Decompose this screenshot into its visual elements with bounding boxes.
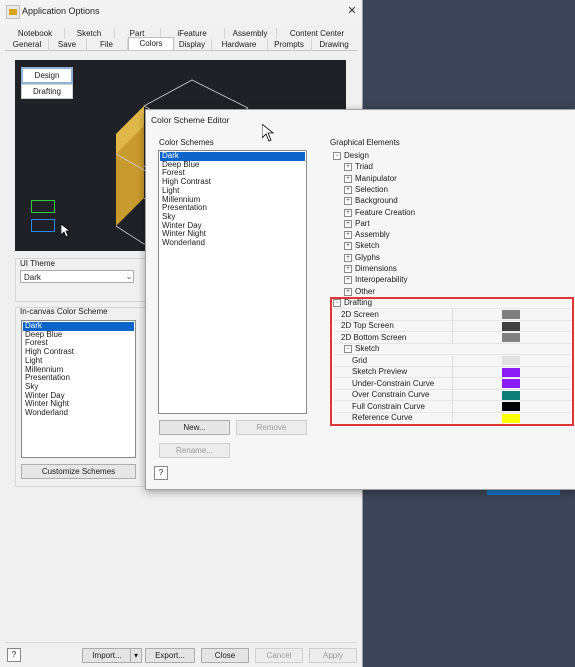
expand-icon[interactable]: +	[344, 208, 352, 217]
list-item[interactable]: High Contrast	[160, 177, 305, 187]
import-button[interactable]: Import...	[82, 648, 132, 663]
remove-scheme-button[interactable]: Remove	[236, 420, 307, 435]
list-item[interactable]: Presentation	[23, 373, 134, 383]
mouse-cursor-icon	[61, 224, 70, 238]
tree-node-manipulator[interactable]: + Manipulator	[344, 173, 397, 184]
expand-icon[interactable]: +	[344, 163, 352, 172]
expand-icon[interactable]: +	[344, 253, 352, 262]
expand-icon[interactable]: +	[344, 197, 352, 206]
tab-prompts[interactable]: Prompts	[267, 39, 312, 50]
footer-divider	[5, 642, 357, 643]
cancel-button[interactable]: Cancel	[255, 648, 303, 663]
tree-node-glyphs[interactable]: + Glyphs	[344, 252, 380, 263]
ui-theme-select[interactable]: Dark	[20, 270, 134, 283]
tree-node-sketch[interactable]: + Sketch	[344, 240, 379, 251]
tree-node-background[interactable]: + Background	[344, 195, 398, 206]
chevron-down-icon[interactable]: ⌄	[124, 270, 134, 283]
tree-node-assembly[interactable]: + Assembly	[344, 229, 390, 240]
close-icon[interactable]: ✕	[345, 4, 359, 17]
rename-scheme-button[interactable]: Rename...	[159, 443, 230, 458]
tree-node-design[interactable]: − Design	[333, 150, 369, 161]
tree-node-dimensions[interactable]: + Dimensions	[344, 263, 397, 274]
preview-design-button[interactable]: Design	[21, 67, 73, 84]
help-icon[interactable]: ?	[154, 466, 168, 480]
incanvas-scheme-list[interactable]: Dark Deep Blue Forest High Contrast Ligh…	[21, 320, 136, 458]
apply-button[interactable]: Apply	[309, 648, 357, 663]
preview-blue-rectangle	[31, 219, 55, 232]
tab-sketch[interactable]: Sketch	[64, 28, 115, 39]
graphical-elements-label: Graphical Elements	[330, 138, 400, 147]
drafting-highlight-box	[330, 297, 574, 426]
tabs-divider	[5, 50, 357, 51]
help-icon[interactable]: ?	[7, 648, 21, 662]
tab-general[interactable]: General	[6, 39, 49, 50]
color-schemes-label: Color Schemes	[159, 138, 214, 147]
export-button[interactable]: Export...	[145, 648, 195, 663]
expand-icon[interactable]: +	[344, 276, 352, 285]
customize-schemes-button[interactable]: Customize Schemes	[21, 464, 136, 479]
incanvas-color-scheme-label: In-canvas Color Scheme	[20, 307, 108, 316]
tab-notebook[interactable]: Notebook	[6, 28, 65, 39]
tab-display[interactable]: Display	[173, 39, 212, 50]
tree-node-interoperability[interactable]: + Interoperability	[344, 274, 407, 285]
expand-icon[interactable]: +	[344, 265, 352, 273]
tab-save[interactable]: Save	[48, 39, 87, 50]
tree-node-other[interactable]: + Other	[344, 286, 375, 297]
preview-green-rectangle	[31, 200, 55, 213]
expand-icon[interactable]: +	[344, 231, 352, 240]
tab-file[interactable]: File	[86, 39, 128, 50]
cse-window-title: Color Scheme Editor	[151, 115, 230, 125]
tree-node-triad[interactable]: + Triad	[344, 161, 373, 172]
expand-icon[interactable]: +	[344, 242, 352, 251]
color-schemes-list[interactable]: Dark Deep Blue Forest High Contrast Ligh…	[158, 150, 307, 414]
new-scheme-button[interactable]: New...	[159, 420, 230, 435]
ui-theme-label: UI Theme	[20, 259, 55, 268]
tab-drawing[interactable]: Drawing	[311, 39, 357, 50]
tab-assembly[interactable]: Assembly	[224, 28, 277, 39]
tree-node-feature-creation[interactable]: + Feature Creation	[344, 207, 415, 218]
list-item[interactable]: Wonderland	[160, 238, 305, 248]
expand-icon[interactable]: +	[344, 219, 352, 228]
expand-icon[interactable]: +	[344, 185, 352, 194]
list-item[interactable]: Wonderland	[23, 408, 134, 418]
expand-icon[interactable]: +	[344, 287, 352, 296]
app-window-title: Application Options	[22, 6, 100, 16]
collapse-icon[interactable]: −	[333, 152, 341, 160]
mouse-cursor-icon	[262, 124, 274, 142]
tree-node-selection[interactable]: + Selection	[344, 184, 388, 195]
import-dropdown-chevron-icon[interactable]: ▾	[130, 648, 142, 663]
tree-node-part[interactable]: + Part	[344, 218, 370, 229]
preview-drafting-button[interactable]: Drafting	[21, 84, 73, 99]
expand-icon[interactable]: +	[344, 174, 352, 183]
tab-content-center[interactable]: Content Center	[276, 28, 358, 39]
tab-hardware[interactable]: Hardware	[211, 39, 268, 50]
app-icon	[6, 5, 20, 19]
close-button[interactable]: Close	[201, 648, 249, 663]
list-item[interactable]: Presentation	[160, 203, 305, 213]
tab-colors[interactable]: Colors	[128, 37, 174, 51]
